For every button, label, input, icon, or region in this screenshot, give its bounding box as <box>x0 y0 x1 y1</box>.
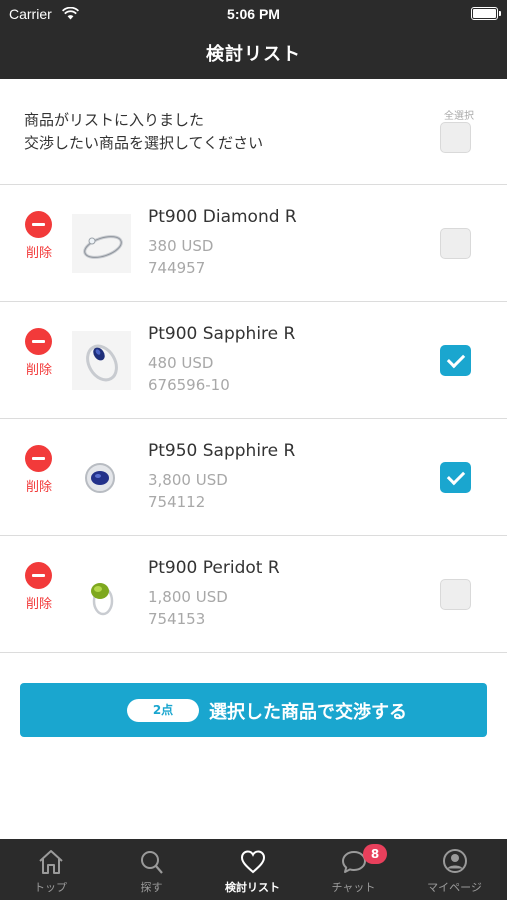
list-item: 削除 Pt900 Diamond R 380 USD 744957 <box>0 185 507 302</box>
home-icon <box>36 848 66 876</box>
item-price: 3,800 USD <box>148 471 228 489</box>
tab-label: 探す <box>140 881 163 894</box>
item-name: Pt900 Sapphire R <box>148 324 296 344</box>
item-price: 480 USD <box>148 354 214 372</box>
item-checkbox[interactable] <box>440 228 471 259</box>
minus-circle-icon <box>25 445 52 472</box>
item-name: Pt900 Diamond R <box>148 207 297 227</box>
delete-button[interactable]: 削除 <box>22 445 56 497</box>
sapphire-ring-icon[interactable] <box>72 331 131 390</box>
header-message-line-2: 交渉したい商品を選択してください <box>24 134 264 152</box>
tab-mypage[interactable]: マイページ <box>404 839 507 900</box>
tab-label: トップ <box>34 881 67 894</box>
navigation-bar: 検討リスト <box>0 30 507 79</box>
list-item: 削除 Pt900 Sapphire R 480 USD 676596-10 <box>0 302 507 419</box>
delete-label: 削除 <box>25 363 52 378</box>
tab-label: マイページ <box>427 881 482 894</box>
delete-label: 削除 <box>25 246 52 261</box>
peridot-ring-icon[interactable] <box>72 565 131 624</box>
battery-icon <box>471 7 501 20</box>
negotiate-button-label: 選択した商品で交渉する <box>209 702 407 723</box>
tab-top[interactable]: トップ <box>0 839 101 900</box>
page-title: 検討リスト <box>206 44 301 65</box>
list-item: 削除 Pt950 Sapphire R 3,800 USD 754112 <box>0 419 507 536</box>
item-price: 380 USD <box>148 237 214 255</box>
tab-bar: トップ 探す 検討リスト 8 チャット マイページ <box>0 839 507 900</box>
minus-circle-icon <box>25 562 52 589</box>
delete-button[interactable]: 削除 <box>22 328 56 380</box>
item-code: 676596-10 <box>148 376 230 394</box>
item-code: 754112 <box>148 493 206 511</box>
item-price: 1,800 USD <box>148 588 228 606</box>
status-bar: Carrier 5:06 PM <box>0 0 507 30</box>
item-code: 744957 <box>148 259 206 277</box>
item-checkbox[interactable] <box>440 345 471 376</box>
item-code: 754153 <box>148 610 206 628</box>
status-time: 5:06 PM <box>227 6 280 22</box>
delete-button[interactable]: 削除 <box>22 562 56 614</box>
user-icon <box>440 848 470 876</box>
heart-icon <box>238 848 268 876</box>
tab-search[interactable]: 探す <box>101 839 202 900</box>
search-icon <box>137 848 167 876</box>
item-name: Pt900 Peridot R <box>148 558 280 578</box>
select-all-checkbox[interactable] <box>440 122 471 153</box>
tab-chat[interactable]: 8 チャット <box>303 839 404 900</box>
minus-circle-icon <box>25 328 52 355</box>
select-all-label: 全選択 <box>444 111 474 122</box>
item-name: Pt950 Sapphire R <box>148 441 296 461</box>
header-message: 商品がリストに入りました 交渉したい商品を選択してください <box>24 109 263 155</box>
delete-label: 削除 <box>25 597 52 612</box>
tab-label: チャット <box>331 881 376 894</box>
negotiate-button[interactable]: 2点 選択した商品で交渉する <box>20 683 487 737</box>
header-message-line-1: 商品がリストに入りました <box>24 111 205 129</box>
minus-circle-icon <box>25 211 52 238</box>
delete-label: 削除 <box>25 480 52 495</box>
sapphire-halo-ring-icon[interactable] <box>72 448 131 507</box>
item-checkbox[interactable] <box>440 579 471 610</box>
delete-button[interactable]: 削除 <box>22 211 56 263</box>
diamond-ring-icon[interactable] <box>72 214 131 273</box>
selected-count-badge: 2点 <box>127 699 199 722</box>
chat-badge: 8 <box>363 844 387 864</box>
list-item: 削除 Pt900 Peridot R 1,800 USD 754153 <box>0 536 507 653</box>
tab-wishlist[interactable]: 検討リスト <box>202 839 303 900</box>
tab-label: 検討リスト <box>225 881 280 894</box>
item-checkbox[interactable] <box>440 462 471 493</box>
list-header: 商品がリストに入りました 交渉したい商品を選択してください 全選択 <box>0 79 507 185</box>
